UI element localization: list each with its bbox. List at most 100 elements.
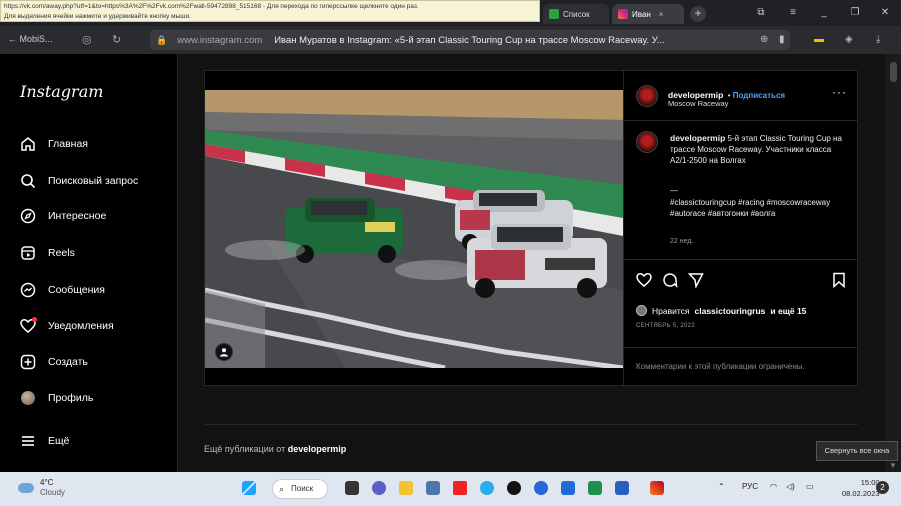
- vk-icon[interactable]: [426, 481, 440, 495]
- file-explorer-icon[interactable]: [399, 481, 413, 495]
- more-publications-user[interactable]: developermip: [288, 444, 347, 454]
- maximize-button[interactable]: ❐: [846, 6, 864, 20]
- avatar[interactable]: [636, 85, 658, 107]
- sidebar-item-search[interactable]: Поисковый запрос: [20, 171, 138, 191]
- settings-icon[interactable]: ◎: [82, 33, 92, 46]
- cloud-icon: [18, 483, 34, 493]
- chevron-up-icon[interactable]: ⌃: [718, 482, 725, 491]
- tab-instagram[interactable]: Иван ×: [612, 4, 684, 24]
- page-title: Иван Муратов в Instagram: «5-й этап Clas…: [274, 34, 665, 46]
- wifi-icon[interactable]: ◠: [770, 482, 777, 491]
- sidebar-item-label: Ещё: [48, 435, 70, 447]
- sidebar-item-profile[interactable]: Профиль: [20, 388, 93, 408]
- word-icon[interactable]: [615, 481, 629, 495]
- notifications-icon[interactable]: 2: [876, 481, 889, 494]
- reels-icon: [20, 245, 36, 261]
- sidebar-item-more[interactable]: Ещё: [20, 431, 69, 451]
- extension-icon[interactable]: ⊕: [760, 34, 768, 45]
- show-desktop-tooltip: Свернуть все окна: [816, 441, 898, 461]
- clock[interactable]: 15:00 08.02.2023: [842, 477, 880, 499]
- scroll-down-arrow[interactable]: ▼: [889, 461, 897, 470]
- scrollbar[interactable]: ▼: [886, 54, 901, 472]
- instagram-logo[interactable]: Instagram: [20, 82, 103, 101]
- reload-icon[interactable]: ↻: [112, 33, 121, 46]
- shield-icon[interactable]: ◈: [845, 34, 853, 45]
- post-side-panel: developermip • Подписаться Moscow Racewa…: [623, 71, 858, 385]
- weather-text: Cloudy: [40, 488, 65, 497]
- app-icon[interactable]: [650, 481, 664, 495]
- shield-icon[interactable]: [561, 481, 575, 495]
- close-tab-icon[interactable]: ×: [659, 10, 664, 19]
- search-icon: ⌕: [279, 484, 285, 494]
- sidebar-item-explore[interactable]: Интересное: [20, 206, 106, 226]
- menu-icon[interactable]: ≡: [784, 6, 802, 20]
- taskbar: 4°C Cloudy ⌕ Поиск ⌃ РУС ◠ ◁) ▭ 15:00 08…: [0, 472, 901, 506]
- close-window-button[interactable]: ✕: [876, 6, 894, 20]
- clock-time: 15:00: [860, 478, 880, 487]
- windows-start-icon[interactable]: [242, 481, 256, 495]
- search-icon: [20, 173, 36, 189]
- battery-icon[interactable]: ▬: [814, 34, 824, 45]
- lock-icon: 🔒: [156, 34, 168, 45]
- browser-icon[interactable]: [534, 481, 548, 495]
- minimize-button[interactable]: _: [815, 6, 833, 20]
- excel-icon[interactable]: [588, 481, 602, 495]
- collections-icon[interactable]: ⧉: [752, 6, 770, 20]
- share-icon[interactable]: [687, 272, 704, 293]
- likes-username[interactable]: classictouringrus: [695, 306, 766, 316]
- follow-button[interactable]: Подписаться: [733, 91, 785, 100]
- caption-username[interactable]: developermip: [670, 133, 725, 143]
- comments-disabled-notice: Комментарии к этой публикации ограничены…: [624, 347, 858, 385]
- heart-icon: [20, 317, 37, 334]
- plus-square-icon: [20, 354, 36, 370]
- sidebar-item-label: Интересное: [48, 210, 107, 222]
- volume-icon[interactable]: ◁): [786, 482, 795, 491]
- sidebar-item-create[interactable]: Создать: [20, 352, 88, 372]
- notification-dot: [32, 317, 37, 322]
- tab-list[interactable]: Список: [543, 4, 609, 24]
- sidebar-item-notifications[interactable]: Уведомления: [20, 316, 114, 336]
- more-options-icon[interactable]: ···: [832, 85, 847, 99]
- sidebar-item-label: Главная: [48, 138, 88, 150]
- url-field[interactable]: 🔒 www.instagram.com Иван Муратов в Insta…: [150, 30, 790, 50]
- bookmark-icon[interactable]: ▮: [779, 34, 785, 45]
- post-date: СЕНТЯБРЬ 5, 2022: [636, 323, 695, 329]
- comment-icon[interactable]: [662, 272, 678, 293]
- download-icon[interactable]: ⤓: [876, 34, 880, 45]
- sidebar-item-label: Сообщения: [48, 284, 105, 296]
- clock-date: 08.02.2023: [842, 489, 880, 498]
- sidebar-item-label: Создать: [48, 356, 88, 368]
- sidebar-item-home[interactable]: Главная: [20, 134, 88, 154]
- post-location[interactable]: Moscow Raceway: [668, 99, 728, 108]
- avatar[interactable]: [636, 131, 658, 153]
- chat-icon[interactable]: [372, 481, 386, 495]
- language-indicator[interactable]: РУС: [742, 482, 758, 491]
- address-bar: ← MobiS... ◎ ↻ 🔒 www.instagram.com Иван …: [0, 26, 901, 54]
- save-bookmark-icon[interactable]: [832, 272, 846, 293]
- battery-icon[interactable]: ▭: [806, 482, 814, 491]
- likes-others[interactable]: и ещё 15: [770, 306, 806, 316]
- yandex-icon[interactable]: [453, 481, 467, 495]
- post-hashtags[interactable]: #classictouringcup #racing #moscowracewa…: [670, 197, 848, 219]
- sidebar: Instagram Главная Поисковый запрос Интер…: [0, 54, 178, 472]
- task-view-icon[interactable]: [345, 481, 359, 495]
- sidebar-item-label: Поисковый запрос: [48, 175, 139, 187]
- back-button[interactable]: ← MobiS...: [8, 34, 53, 44]
- likes-line[interactable]: Нравится classictouringrus и ещё 15: [636, 305, 806, 316]
- user-tag-icon[interactable]: [215, 343, 233, 361]
- taskbar-search[interactable]: ⌕ Поиск: [272, 479, 328, 499]
- sidebar-item-reels[interactable]: Reels: [20, 243, 75, 263]
- menu-icon: [20, 433, 36, 449]
- like-heart-icon[interactable]: [636, 272, 652, 293]
- telegram-icon[interactable]: [480, 481, 494, 495]
- tooltip-line: https://vk.com/away.php?utf=1&to=https%3…: [4, 3, 419, 10]
- scrollbar-thumb[interactable]: [890, 62, 897, 82]
- sidebar-item-label: Профиль: [48, 392, 94, 404]
- tiktok-icon[interactable]: [507, 481, 521, 495]
- new-tab-button[interactable]: +: [690, 6, 706, 22]
- post-caption: developermip 5-й этап Classic Touring Cu…: [670, 133, 848, 166]
- sidebar-item-messages[interactable]: Сообщения: [20, 280, 105, 300]
- tab-label: Иван: [632, 9, 651, 19]
- weather-widget[interactable]: 4°C Cloudy: [18, 478, 65, 498]
- post-photo[interactable]: [205, 90, 623, 368]
